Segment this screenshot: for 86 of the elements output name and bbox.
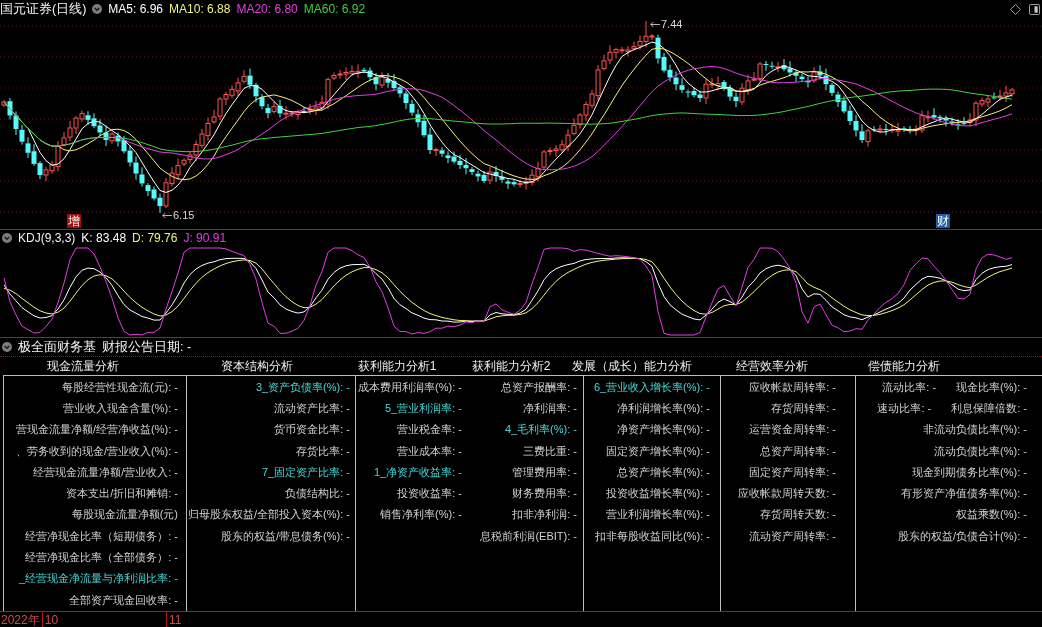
metric-label: 货币资金比率: - bbox=[274, 422, 350, 437]
metric-label: 营业收入现金含量(%): - bbox=[63, 400, 178, 415]
column-heading: 发展（成长）能力分析 bbox=[572, 357, 692, 375]
diamond-icon[interactable] bbox=[1010, 3, 1021, 15]
metric-label: 总资产周转率: - bbox=[760, 443, 836, 458]
metric-label: 总资产增长率(%): - bbox=[617, 464, 710, 479]
metric-label: 销售净利率(%): - bbox=[380, 507, 462, 522]
metric-label: 固定资产增长率(%): - bbox=[606, 443, 710, 458]
metric-label: 扣非净利润: - bbox=[512, 507, 577, 522]
metric-label: 营业税金率: - bbox=[397, 422, 462, 437]
metric-label: 投资收益率: - bbox=[397, 486, 462, 501]
metric-label: 扣非每股收益同比(%): - bbox=[595, 528, 710, 543]
indicator-value: MA60: 6.92 bbox=[303, 2, 366, 16]
metric-label: 流动资产比率: - bbox=[274, 400, 350, 415]
stock-title: 国元证券(日线) bbox=[0, 0, 87, 18]
metric-label: 流动负债比率(%): - bbox=[934, 443, 1027, 458]
metric-label: 营业利润增长率(%): - bbox=[606, 507, 710, 522]
indicator-value: MA5: 6.96 bbox=[108, 2, 164, 16]
panel-title: 极全面财务基 bbox=[18, 338, 96, 356]
metric-label: 7_固定资产比率: - bbox=[262, 464, 350, 479]
metric-label: 息税前利润(EBIT): - bbox=[480, 528, 577, 543]
indicator-value: K: 83.48 bbox=[81, 231, 127, 245]
axis-year-label: 2022年 bbox=[1, 612, 40, 627]
metric-label: 存货周转天数: - bbox=[760, 507, 836, 522]
metric-label: 1_净资产收益率: - bbox=[374, 464, 462, 479]
report-date-label: 财报公告日期: - bbox=[102, 338, 192, 356]
metric-label: 权益乘数(%): - bbox=[956, 507, 1027, 522]
metric-label: 经营现金流量净额/营业收入: - bbox=[33, 464, 178, 479]
metric-label: 6_营业收入增长率(%): - bbox=[593, 379, 710, 394]
metric-label: 3_资产负债率(%): - bbox=[255, 379, 350, 394]
metric-label: 成本费用利润率(%): - bbox=[358, 379, 462, 394]
column-heading: 偿债能力分析 bbox=[868, 357, 940, 375]
metric-label: _经营现金净流量与净利润比率: - bbox=[19, 571, 178, 586]
metric-label: 净利润率: - bbox=[523, 400, 577, 415]
metric-label: 三费比重: - bbox=[523, 443, 577, 458]
metric-label: 应收帐款周转天数: - bbox=[738, 486, 836, 501]
metric-label: 5_营业利润率: - bbox=[385, 400, 462, 415]
metric-label: 经营净现金比率（短期债务）: - bbox=[25, 528, 178, 543]
metric-label: 负债结构比: - bbox=[285, 486, 350, 501]
metric-label: 运营资金周转率: - bbox=[749, 422, 836, 437]
metric-label: 净利润增长率(%): - bbox=[617, 400, 710, 415]
indicator-value: J: 90.91 bbox=[183, 231, 227, 245]
column-heading: 获利能力分析1 bbox=[357, 357, 437, 375]
metric-label: 管理费用率: - bbox=[512, 464, 577, 479]
panel-toggle-icon[interactable] bbox=[1029, 3, 1040, 15]
column-heading: 现金流量分析 bbox=[46, 357, 119, 375]
column-heading: 资本结构分析 bbox=[221, 357, 293, 375]
metric-label: 投资收益增长率(%): - bbox=[606, 486, 710, 501]
metric-label: 存货比率: - bbox=[296, 443, 350, 458]
metric-label: 4_毛利率(%): - bbox=[504, 422, 577, 437]
metric-label: 总资产报酬率: - bbox=[501, 379, 577, 394]
column-heading: 获利能力分析2 bbox=[471, 357, 551, 375]
metric-label: 全部资产现金回收率: - bbox=[69, 592, 178, 607]
axis-month-label: 11 bbox=[169, 612, 182, 627]
metric-label: 股东的权益/负债合计(%): - bbox=[898, 528, 1027, 543]
metric-label: 存货周转率: - bbox=[771, 400, 836, 415]
metric-label: 营业成本率: - bbox=[397, 443, 462, 458]
metric-label: 流动比率: - bbox=[882, 379, 937, 394]
metric-label: 财务费用率: - bbox=[512, 486, 577, 501]
metric-label: 速动比率: - bbox=[877, 400, 932, 415]
metric-label: 营现金流量净额/经营净收益(%): - bbox=[16, 422, 178, 437]
metric-label: 现金到期债务比率(%): - bbox=[912, 464, 1027, 479]
metric-label: 归母股东权益/全部投入资本(%): - bbox=[188, 507, 350, 522]
chevron-down-icon[interactable] bbox=[92, 4, 103, 14]
indicator-value: MA10: 6.88 bbox=[169, 2, 231, 16]
metric-label: 有形资产净值债务率(%): - bbox=[901, 486, 1027, 501]
chevron-down-icon[interactable] bbox=[2, 342, 12, 352]
column-heading: 经营效率分析 bbox=[736, 357, 808, 375]
metric-label: 资本支出/折旧和摊销: - bbox=[66, 486, 178, 501]
indicator-title: KDJ(9,3,3) bbox=[18, 231, 76, 245]
metric-label: 利息保障倍数: - bbox=[951, 400, 1027, 415]
metric-label: 现金比率(%): - bbox=[956, 379, 1027, 394]
metric-label: 非流动负债比率(%): - bbox=[923, 422, 1027, 437]
metric-label: 每股现金流量净额(元) bbox=[71, 507, 178, 522]
metric-label: 经营净现金比率（全部债务）: - bbox=[25, 550, 178, 564]
axis-month-label: 10 bbox=[44, 612, 59, 627]
indicator-value: MA20: 6.80 bbox=[236, 2, 298, 16]
chevron-down-icon[interactable] bbox=[2, 233, 12, 243]
metric-label: 股东的权益/带息债务(%): - bbox=[221, 528, 350, 543]
metric-label: 流动资产周转率: - bbox=[749, 528, 836, 543]
metric-label: 每股经营性现金流(元): - bbox=[61, 379, 178, 394]
metric-label: 固定资产周转率: - bbox=[749, 464, 836, 479]
metric-label: 、劳务收到的现金/营业收入(%): - bbox=[16, 443, 178, 458]
metric-label: 净资产增长率(%): - bbox=[617, 422, 710, 437]
metric-label: 应收帐款周转率: - bbox=[749, 379, 836, 394]
indicator-value: D: 79.76 bbox=[132, 231, 178, 245]
